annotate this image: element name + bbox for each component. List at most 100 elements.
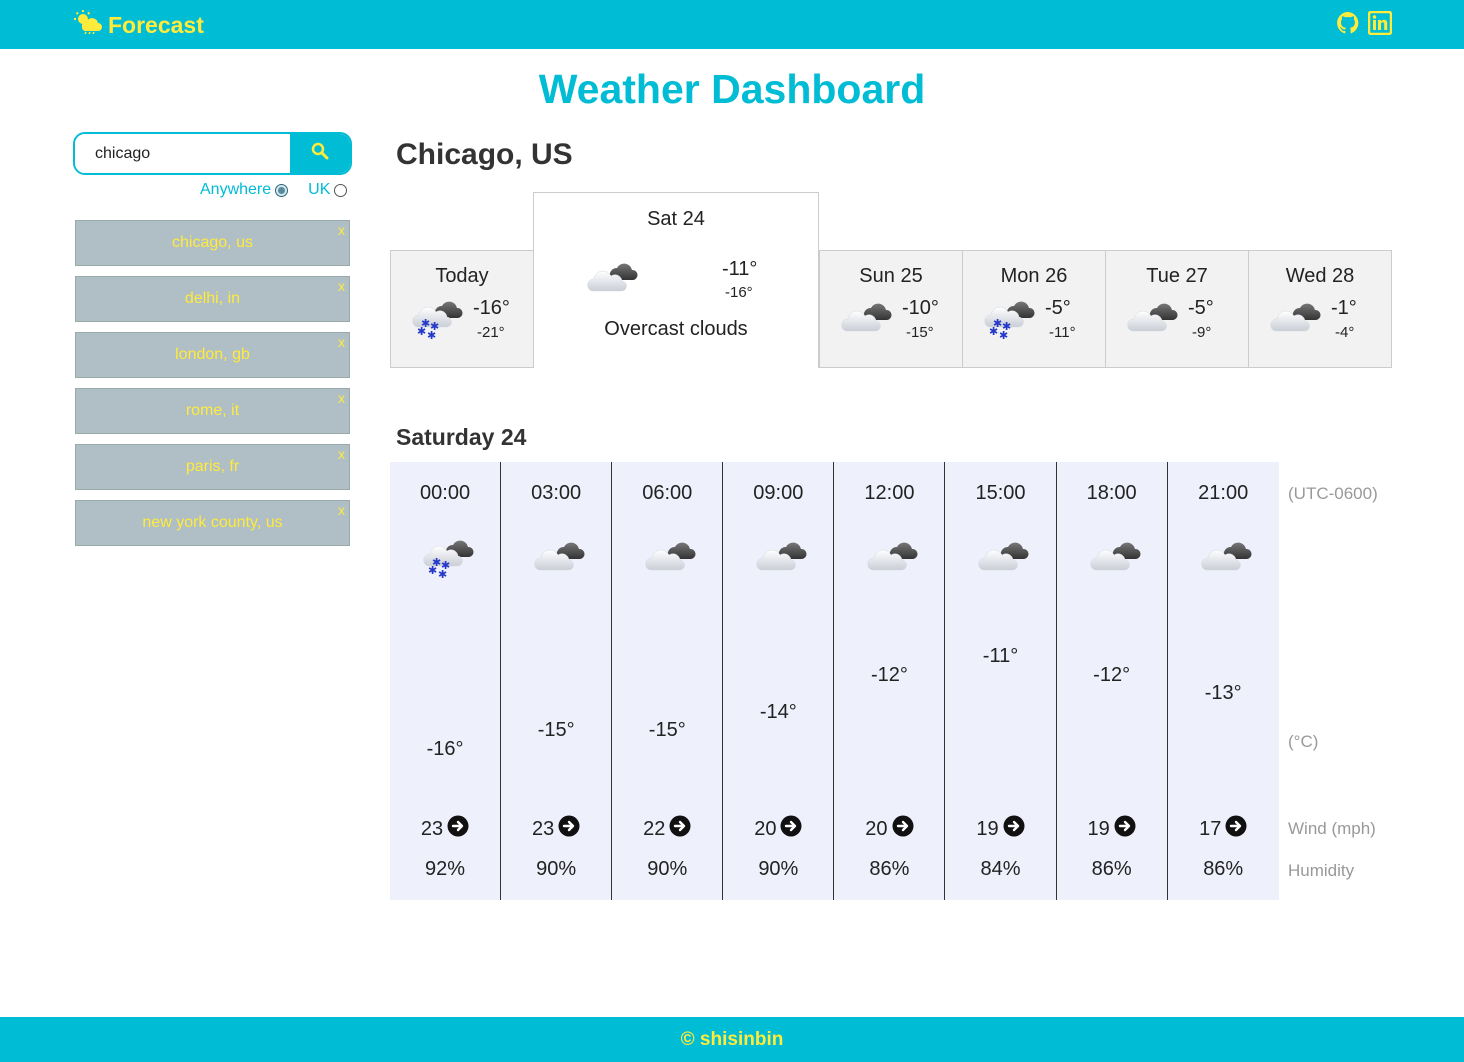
hour-time: 18:00 — [1086, 482, 1137, 504]
hour-wind: 20 — [723, 815, 833, 843]
saved-location[interactable]: chicago, us x — [75, 220, 350, 266]
wind-direction-icon — [1225, 815, 1247, 843]
day-low: -15° — [906, 324, 934, 341]
day-low: -16° — [725, 284, 753, 301]
search-input[interactable] — [75, 134, 290, 173]
hour-humidity: 86% — [869, 858, 910, 880]
wind-speed: 23 — [532, 817, 555, 840]
humidity-label: Humidity — [1288, 861, 1355, 880]
hour-column: 21:00 -13° 17 86% — [1168, 462, 1279, 900]
hour-temp: -15° — [648, 719, 686, 742]
overcast-cloud-icon — [838, 297, 894, 338]
overcast-cloud-icon — [584, 257, 640, 298]
hour-temp: -15° — [537, 719, 575, 742]
github-icon[interactable] — [1336, 11, 1360, 35]
day-name: Sun 25 — [859, 265, 923, 287]
remove-location-button[interactable]: x — [338, 446, 345, 462]
saved-location[interactable]: paris, fr x — [75, 444, 350, 490]
overcast-cloud-icon — [1267, 297, 1323, 338]
remove-location-button[interactable]: x — [338, 502, 345, 518]
temp-unit-label: (°C) — [1288, 732, 1319, 751]
hour-temp: -13° — [1204, 682, 1242, 705]
remove-location-button[interactable]: x — [338, 222, 345, 238]
day-card-selected[interactable]: Sat 24 -11° -16° Overcast clouds — [533, 192, 819, 368]
saved-location-label: chicago, us — [172, 234, 253, 251]
day-name: Today — [435, 265, 489, 287]
wind-direction-icon — [892, 815, 914, 843]
hour-humidity: 90% — [758, 858, 799, 880]
hour-temp: -16° — [426, 738, 464, 760]
wind-direction-icon — [1003, 815, 1025, 843]
day-low: -9° — [1192, 324, 1212, 341]
saved-location[interactable]: new york county, us x — [75, 500, 350, 546]
hour-humidity: 86% — [1091, 858, 1132, 880]
svg-text:✱: ✱ — [1002, 320, 1011, 333]
day-high: -10° — [902, 297, 939, 319]
overcast-cloud-icon — [531, 536, 587, 577]
wind-speed: 22 — [643, 817, 666, 840]
wind-direction-icon — [447, 815, 469, 843]
scope-anywhere-radio[interactable] — [275, 183, 289, 197]
scope-anywhere-label: Anywhere — [200, 181, 272, 198]
snow-cloud-icon: ✱ ✱ ✱ ✱ — [409, 297, 465, 346]
search-button[interactable] — [290, 134, 350, 173]
day-card-tue[interactable]: Tue 27 -5° -9° — [1105, 250, 1249, 368]
wind-direction-icon — [558, 815, 580, 843]
day-name: Sat 24 — [647, 208, 705, 230]
saved-location[interactable]: rome, it x — [75, 388, 350, 434]
saved-locations: chicago, us x delhi, in x london, gb x r… — [75, 220, 350, 556]
hour-column: 03:00 -15° 23 90% — [501, 462, 613, 900]
svg-text:✱: ✱ — [993, 317, 1002, 330]
hour-column: 18:00 -12° 19 86% — [1057, 462, 1168, 900]
wind-label: Wind (mph) — [1288, 819, 1376, 838]
search-box — [73, 132, 352, 175]
hour-time: 21:00 — [1198, 482, 1249, 504]
svg-text:✱: ✱ — [432, 556, 441, 569]
hour-wind: 19 — [1057, 815, 1167, 843]
remove-location-button[interactable]: x — [338, 390, 345, 406]
hour-temp: -12° — [870, 663, 908, 686]
top-bar: Forecast — [0, 0, 1464, 49]
svg-text:✱: ✱ — [430, 320, 439, 333]
brand[interactable]: Forecast — [74, 10, 204, 40]
snow-cloud-icon: ✱ ✱ ✱ ✱ — [420, 536, 476, 585]
svg-text:✱: ✱ — [421, 317, 430, 330]
remove-location-button[interactable]: x — [338, 334, 345, 350]
saved-location[interactable]: delhi, in x — [75, 276, 350, 322]
search-icon — [311, 142, 329, 165]
wind-speed: 19 — [976, 817, 999, 840]
hour-time: 15:00 — [975, 482, 1026, 504]
linkedin-icon[interactable] — [1368, 11, 1392, 35]
remove-location-button[interactable]: x — [338, 278, 345, 294]
hour-column: 09:00 -14° 20 90% — [723, 462, 835, 900]
hour-time: 09:00 — [753, 482, 804, 504]
overcast-cloud-icon — [864, 536, 920, 577]
footer: © shisinbin — [0, 1017, 1464, 1062]
day-card-today[interactable]: Today ✱ ✱ ✱ ✱ -16° -21° — [390, 250, 534, 368]
timezone-label: (UTC-0600) — [1288, 484, 1378, 503]
svg-text:✱: ✱ — [441, 559, 450, 572]
saved-location-label: delhi, in — [184, 290, 241, 307]
hour-time: 00:00 — [420, 482, 471, 504]
saved-location[interactable]: london, gb x — [75, 332, 350, 378]
overcast-cloud-icon — [1087, 536, 1143, 577]
day-high: -1° — [1331, 297, 1357, 319]
hour-wind: 17 — [1168, 815, 1279, 843]
hour-temp: -14° — [759, 700, 797, 723]
day-low: -11° — [1049, 324, 1076, 341]
hour-wind: 20 — [834, 815, 944, 843]
day-low: -21° — [477, 324, 505, 341]
hour-temp: -11° — [982, 645, 1019, 667]
social-links — [1336, 11, 1392, 35]
page-title: Weather Dashboard — [538, 66, 926, 112]
day-card-sun[interactable]: Sun 25 -10° -15° — [819, 250, 963, 368]
hour-wind: 19 — [945, 815, 1055, 843]
saved-location-label: rome, it — [185, 402, 240, 419]
wind-speed: 19 — [1087, 817, 1110, 840]
day-card-wed[interactable]: Wed 28 -1° -4° — [1248, 250, 1392, 368]
wind-speed: 17 — [1199, 817, 1222, 840]
weather-logo-icon — [74, 10, 102, 40]
day-card-mon[interactable]: Mon 26 ✱ ✱ ✱ ✱ -5° -11° — [962, 250, 1106, 368]
wind-direction-icon — [669, 815, 691, 843]
scope-uk-radio[interactable] — [334, 183, 348, 197]
